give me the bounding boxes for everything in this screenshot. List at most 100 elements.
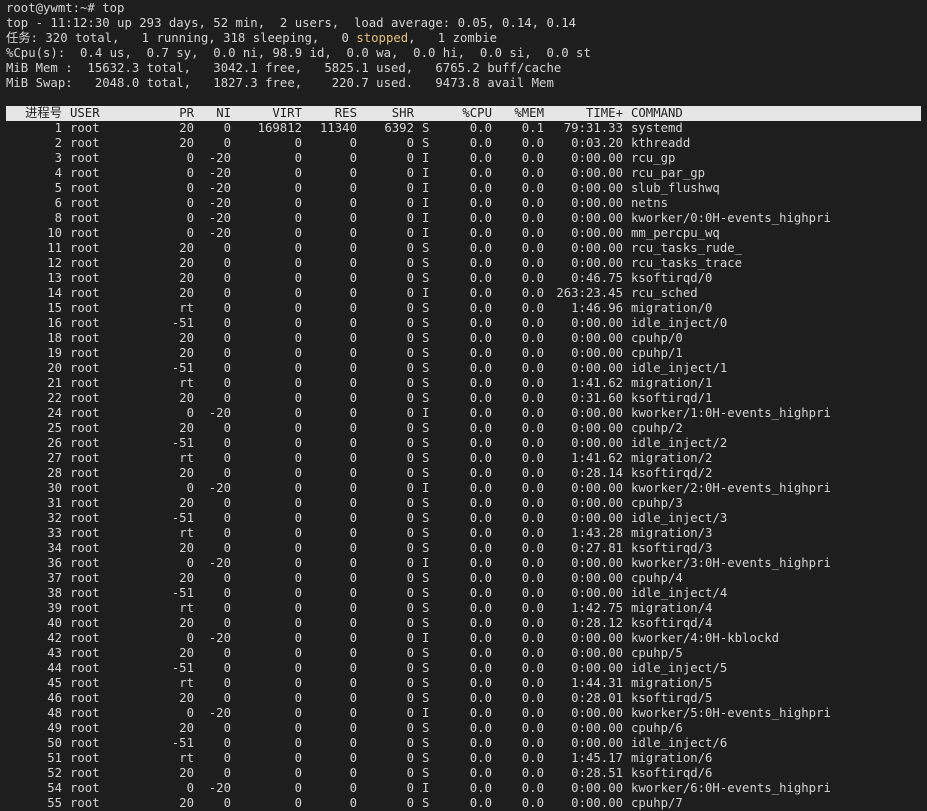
process-cpu: 0.0: [469, 166, 492, 180]
process-command: ksoftirqd/3: [631, 541, 713, 555]
process-row: 20 root -51 0 0 0 0 S 0.0 0.0 0:00.00 idle_inject/1: [6, 361, 927, 376]
process-time: 0:00.00: [571, 166, 623, 180]
process-cpu: 0.0: [469, 466, 492, 480]
process-mem: 0.0: [521, 676, 544, 690]
process-mem: 0.0: [521, 541, 544, 555]
process-command: kworker/1:0H-events_highpri: [631, 406, 831, 420]
process-state: S: [422, 691, 430, 705]
process-state: S: [422, 736, 430, 750]
process-time: 0:00.00: [571, 661, 623, 675]
process-row: 26 root -51 0 0 0 0 S 0.0 0.0 0:00.00 idle_inject/2: [6, 436, 927, 451]
process-shr: 0: [406, 676, 414, 690]
process-priority: 0: [186, 781, 194, 795]
process-row: 45 root rt 0 0 0 0 S 0.0 0.0 1:44.31 migration/5: [6, 676, 927, 691]
process-virt: 0: [294, 151, 302, 165]
process-command: idle_inject/5: [631, 661, 728, 675]
process-pid: 11: [47, 241, 62, 255]
process-state: S: [422, 541, 430, 555]
process-pid: 21: [47, 376, 62, 390]
process-nice: 0: [223, 391, 231, 405]
process-res: 0: [349, 226, 357, 240]
process-nice: 0: [223, 766, 231, 780]
process-virt: 0: [294, 526, 302, 540]
process-nice: 0: [223, 331, 231, 345]
process-state: S: [422, 361, 430, 375]
process-command: netns: [631, 196, 669, 210]
tasks-stopped-label: stopped: [356, 31, 409, 45]
process-nice: 0: [223, 346, 231, 360]
process-mem: 0.0: [521, 301, 544, 315]
process-virt: 0: [294, 226, 302, 240]
process-priority: -51: [171, 511, 194, 525]
process-user: root: [70, 601, 100, 615]
process-command: rcu_gp: [631, 151, 676, 165]
process-time: 0:00.00: [571, 556, 623, 570]
process-user: root: [70, 481, 100, 495]
process-shr: 0: [406, 211, 414, 225]
process-cpu: 0.0: [469, 226, 492, 240]
process-nice: 0: [223, 361, 231, 375]
process-time: 0:00.00: [571, 781, 623, 795]
process-pid: 33: [47, 526, 62, 540]
process-time: 1:41.62: [571, 376, 623, 390]
process-mem: 0.0: [521, 736, 544, 750]
process-res: 0: [349, 151, 357, 165]
process-state: S: [422, 451, 430, 465]
process-user: root: [70, 286, 100, 300]
process-pid: 45: [47, 676, 62, 690]
process-command: ksoftirqd/4: [631, 616, 713, 630]
process-res: 0: [349, 571, 357, 585]
process-user: root: [70, 721, 100, 735]
terminal-window[interactable]: root@ywmt:~# top top - 11:12:30 up 293 d…: [6, 1, 927, 810]
process-cpu: 0.0: [469, 496, 492, 510]
process-cpu: 0.0: [469, 421, 492, 435]
process-mem: 0.0: [521, 406, 544, 420]
process-shr: 0: [406, 766, 414, 780]
process-cpu: 0.0: [469, 721, 492, 735]
process-command: kworker/0:0H-events_highpri: [631, 211, 831, 225]
process-state: I: [422, 211, 430, 225]
process-user: root: [70, 751, 100, 765]
process-user: root: [70, 706, 100, 720]
process-pid: 14: [47, 286, 62, 300]
process-virt: 169812: [257, 121, 302, 135]
tasks-text-end: , 1 zombie: [408, 31, 498, 45]
process-user: root: [70, 436, 100, 450]
process-user: root: [70, 361, 100, 375]
process-shr: 0: [406, 136, 414, 150]
process-cpu: 0.0: [469, 121, 492, 135]
process-cpu: 0.0: [469, 676, 492, 690]
process-time: 0:00.00: [571, 256, 623, 270]
process-user: root: [70, 586, 100, 600]
process-user: root: [70, 766, 100, 780]
process-state: I: [422, 226, 430, 240]
process-time: 1:42.75: [571, 601, 623, 615]
process-shr: 0: [406, 181, 414, 195]
process-shr: 0: [406, 466, 414, 480]
process-time: 0:00.00: [571, 406, 623, 420]
process-shr: 0: [406, 241, 414, 255]
process-mem: 0.0: [521, 151, 544, 165]
process-pid: 50: [47, 736, 62, 750]
process-res: 0: [349, 676, 357, 690]
process-priority: 20: [179, 391, 194, 405]
process-row: 50 root -51 0 0 0 0 S 0.0 0.0 0:00.00 idle_inject/6: [6, 736, 927, 751]
process-cpu: 0.0: [469, 271, 492, 285]
process-user: root: [70, 676, 100, 690]
process-res: 0: [349, 376, 357, 390]
process-state: S: [422, 241, 430, 255]
process-nice: -20: [208, 196, 231, 210]
process-user: root: [70, 151, 100, 165]
process-mem: 0.0: [521, 781, 544, 795]
process-nice: 0: [223, 466, 231, 480]
process-shr: 0: [406, 556, 414, 570]
process-nice: -20: [208, 226, 231, 240]
process-priority: 20: [179, 766, 194, 780]
process-time: 0:00.00: [571, 211, 623, 225]
process-user: root: [70, 781, 100, 795]
process-virt: 0: [294, 256, 302, 270]
process-mem: 0.0: [521, 526, 544, 540]
process-mem: 0.0: [521, 331, 544, 345]
process-pid: 40: [47, 616, 62, 630]
process-row: 36 root 0 -20 0 0 0 I 0.0 0.0 0:00.00 kworker/3:0H-…: [6, 556, 927, 571]
